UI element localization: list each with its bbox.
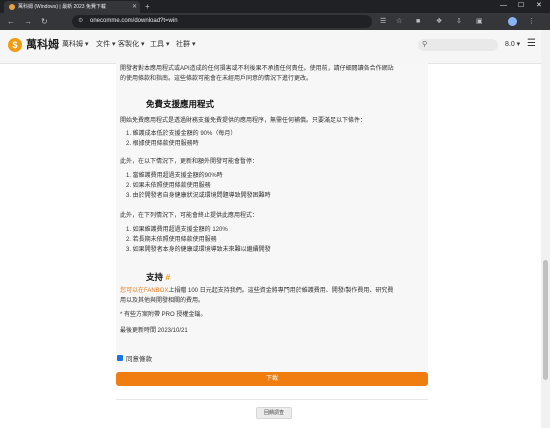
- tab-title: 萬科姆 (Windows) | 最新 2023 免費下載: [18, 4, 106, 10]
- browser-tab[interactable]: 萬科姆 (Windows) | 最新 2023 免費下載 ✕: [4, 1, 140, 13]
- stop-intro: 此外，在下列情況下，可能會終止提供此應用程式：: [120, 213, 259, 219]
- reload-icon[interactable]: ↻: [41, 15, 48, 28]
- list-item: 3. 由於開發者自身健康狀況或環境問題導致開發困難時: [126, 193, 271, 199]
- brand-name[interactable]: 萬科姆: [26, 38, 59, 52]
- close-tab-icon[interactable]: ✕: [132, 3, 137, 11]
- support-heading: 支持 #: [146, 272, 171, 282]
- close-window-button[interactable]: ✕: [536, 0, 542, 12]
- tab-strip: 萬科姆 (Windows) | 最新 2023 免費下載 ✕ + — ☐ ✕: [0, 0, 550, 13]
- site-menu-icon[interactable]: ☰: [527, 38, 536, 50]
- page-scrollbar[interactable]: [541, 30, 550, 428]
- new-tab-button[interactable]: +: [145, 1, 150, 12]
- intro-line-2: 的使用條款和指南。這些條款可能會在未經用戶同意的情況下進行更改。: [120, 76, 313, 82]
- pro-note: * 有些方案附帶 PRO 授權金鑰。: [120, 312, 207, 318]
- profile-avatar[interactable]: [508, 17, 517, 26]
- back-icon[interactable]: ←: [7, 15, 15, 28]
- version-select[interactable]: 8.0 ▾: [505, 40, 520, 50]
- menu-home[interactable]: 萬科姆 ▾: [62, 40, 88, 50]
- puzzle-icon[interactable]: ❖: [436, 16, 442, 27]
- downloads-icon[interactable]: ⇩: [456, 16, 462, 27]
- chrome-menu-icon[interactable]: ⋮: [528, 16, 535, 27]
- support-line-1: 您可以在FANBOX上捐贈 100 日元起支持我們。這些資金將專門用於維護費用、…: [120, 288, 394, 294]
- suspend-intro: 此外，在以下情況下，更新和額外開發可能會暫停：: [120, 159, 259, 165]
- maximize-button[interactable]: ☐: [518, 0, 524, 12]
- search-icon: ⚲: [422, 41, 428, 48]
- list-item: 2. 若長期未依照使用條款使用服務: [126, 237, 217, 243]
- menu-customize[interactable]: 客製化 ▾: [118, 40, 144, 50]
- logo-icon[interactable]: $: [8, 38, 22, 52]
- free-support-intro: 開始免費應用程式是透過財務支援免費提供的應用程序，無需任何補償。只要滿足以下條件…: [120, 118, 367, 124]
- menu-docs[interactable]: 文件 ▾: [96, 40, 115, 50]
- search-input[interactable]: ⚲: [418, 39, 498, 51]
- translate-icon[interactable]: ☰: [380, 16, 386, 27]
- list-item: 2. 如果未依照使用條款使用服務: [126, 183, 211, 189]
- address-bar[interactable]: ⚙ onecomme.com/download?t=win: [72, 15, 372, 28]
- divider: [116, 399, 428, 400]
- url-text: onecomme.com/download?t=win: [90, 18, 178, 24]
- fanbox-link[interactable]: 您可以在FANBOX: [120, 288, 168, 294]
- list-item: 1. 如果維護費用超過支援金額的 120%: [126, 227, 228, 233]
- site-favicon-icon: [9, 4, 15, 10]
- download-button[interactable]: 下載: [116, 372, 428, 386]
- site-info-icon[interactable]: ⚙: [78, 17, 83, 26]
- intro-line-1: 開發者對本應用程式或API造成的任何損害或不利後果不承擔任何責任。使用前，請仔細…: [120, 66, 394, 72]
- menu-tools[interactable]: 工具 ▾: [150, 40, 169, 50]
- sidebar-icon[interactable]: ▣: [476, 16, 483, 27]
- checkbox-checked-icon[interactable]: [117, 355, 123, 362]
- support-line-2: 用以及其他與開發相關的費用。: [120, 298, 205, 304]
- browser-toolbar: ← → ↻ ⚙ onecomme.com/download?t=win ☰ ☆ …: [0, 13, 550, 30]
- free-support-heading: 免費支援應用程式: [146, 99, 215, 109]
- agree-terms-checkbox[interactable]: 同意條款: [117, 355, 152, 365]
- forward-icon[interactable]: →: [24, 15, 32, 28]
- list-item: 1. 當維護費用超過支援金額的90%時: [126, 173, 223, 179]
- scrollbar-thumb[interactable]: [543, 260, 548, 380]
- extension-icon[interactable]: ■: [416, 16, 420, 27]
- site-header: $ 萬科姆 萬科姆 ▾ 文件 ▾ 客製化 ▾ 工具 ▾ 社群 ▾ ⚲ 8.0 ▾…: [0, 30, 541, 64]
- minimize-button[interactable]: —: [500, 0, 507, 12]
- feedback-survey-button[interactable]: 回饋調查: [256, 407, 292, 419]
- list-item: 1. 維護成本低於支援金額的 90%（每月）: [126, 131, 237, 137]
- list-item: 3. 如果開發者本身的健康或環境導致未來難以繼續開發: [126, 247, 271, 253]
- anchor-hash[interactable]: #: [165, 272, 170, 282]
- list-item: 2. 根據使用條款使用服務時: [126, 141, 199, 147]
- bookmark-star-icon[interactable]: ☆: [396, 16, 402, 27]
- last-updated: 最後更新時間 2023/10/21: [120, 328, 188, 334]
- web-page: $ 萬科姆 萬科姆 ▾ 文件 ▾ 客製化 ▾ 工具 ▾ 社群 ▾ ⚲ 8.0 ▾…: [0, 30, 541, 428]
- menu-community[interactable]: 社群 ▾: [176, 40, 195, 50]
